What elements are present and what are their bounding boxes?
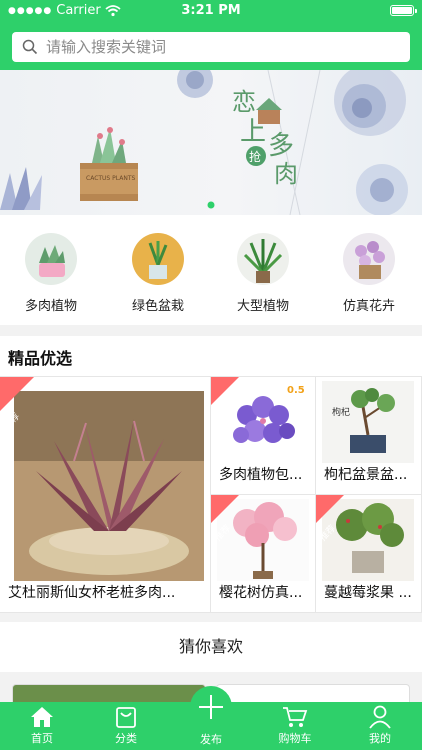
tab-home[interactable]: 首页 xyxy=(0,702,84,750)
home-icon xyxy=(31,707,53,727)
recommend-tag: 推荐 xyxy=(211,377,239,425)
product-card[interactable]: 推荐 樱花树仿真... xyxy=(211,495,316,613)
recommend-tag: 推荐 xyxy=(0,377,34,431)
tab-cart[interactable]: 购物车 xyxy=(253,702,337,750)
product-name: 蔓越莓浆果 ... xyxy=(324,585,412,601)
tab-label: 首页 xyxy=(31,732,53,745)
promo-banner[interactable]: CACTUS PLANTS 恋 上 多 肉 抢 xyxy=(0,70,422,215)
product-card[interactable]: 枸杞 枸杞盆景盆... xyxy=(316,377,422,495)
battery-icon xyxy=(390,5,417,16)
product-card[interactable]: 推荐 蔓越莓浆果 ... xyxy=(316,495,422,613)
category-large-plants[interactable]: 大型植物 xyxy=(218,233,308,314)
category-label: 绿色盆栽 xyxy=(131,299,184,314)
category-artificial-flowers[interactable]: 仿真花卉 xyxy=(324,233,414,314)
plus-icon xyxy=(199,695,223,719)
product-name: 艾杜丽斯仙女杯老桩多肉... xyxy=(8,585,176,601)
status-bar: ●●●●● Carrier 3:21 PM xyxy=(0,0,422,22)
product-card[interactable] xyxy=(216,684,410,704)
category-green-potted[interactable]: 绿色盆栽 xyxy=(113,233,203,314)
tab-label: 购物车 xyxy=(278,732,312,745)
tab-label: 分类 xyxy=(115,732,137,745)
product-image xyxy=(14,391,204,581)
svg-text:恋: 恋 xyxy=(232,88,256,116)
cart-icon xyxy=(283,707,308,727)
category-artificial-flowers-image xyxy=(343,233,395,285)
category-green-potted-image xyxy=(132,233,184,285)
category-label: 大型植物 xyxy=(236,299,289,314)
category-succulents[interactable]: 多肉植物 xyxy=(6,233,96,314)
svg-text:多: 多 xyxy=(268,131,294,161)
publish-label: 发布 xyxy=(200,733,222,746)
guess-you-like-header: 猜你喜欢 xyxy=(0,622,422,672)
recommend-tag: 推荐 xyxy=(316,495,344,543)
search-bar[interactable] xyxy=(12,32,410,62)
tab-profile[interactable]: 我的 xyxy=(338,702,422,750)
publish-button[interactable] xyxy=(190,686,232,728)
svg-text:肉: 肉 xyxy=(274,160,298,188)
search-icon xyxy=(22,39,38,55)
product-name: 枸杞盆景盆... xyxy=(324,467,408,483)
featured-grid: 推荐 艾杜丽斯仙女杯老桩多肉... 0.5 推荐 多肉植物包... 枸杞 枸杞盆… xyxy=(0,376,422,613)
featured-title: 精品优选 xyxy=(8,349,73,368)
product-card-large[interactable]: 推荐 艾杜丽斯仙女杯老桩多肉... xyxy=(0,377,211,613)
product-name: 樱花树仿真... xyxy=(219,585,303,601)
product-image: 枸杞 xyxy=(322,381,414,463)
svg-text:0.5: 0.5 xyxy=(287,385,305,396)
product-name: 多肉植物包... xyxy=(219,467,303,483)
banner-artwork: CACTUS PLANTS 恋 上 多 肉 抢 xyxy=(0,70,408,215)
tab-label: 我的 xyxy=(369,732,391,745)
svg-text:抢: 抢 xyxy=(249,149,261,164)
product-card[interactable] xyxy=(12,684,206,704)
category-label: 多肉植物 xyxy=(24,299,77,314)
recommend-tag: 推荐 xyxy=(211,495,239,543)
category-succulents-image xyxy=(25,233,77,285)
status-time: 3:21 PM xyxy=(181,3,241,18)
category-label: 仿真花卉 xyxy=(342,299,395,314)
user-icon xyxy=(369,705,391,729)
svg-text:枸杞: 枸杞 xyxy=(332,406,350,418)
tab-category[interactable]: 分类 xyxy=(84,702,168,750)
bag-icon xyxy=(116,707,136,728)
search-input[interactable] xyxy=(46,38,386,56)
app-header: ●●●●● Carrier 3:21 PM xyxy=(0,0,422,70)
product-card[interactable]: 0.5 推荐 多肉植物包... xyxy=(211,377,316,495)
category-row: 多肉植物 绿色盆栽 大型植物 仿真花卉 xyxy=(0,215,422,325)
featured-section: 精品优选 推荐 艾杜丽斯仙女杯老桩多肉... 0.5 推荐 多肉植物包... 枸… xyxy=(0,336,422,613)
svg-text:CACTUS PLANTS: CACTUS PLANTS xyxy=(86,175,136,182)
category-large-plants-image xyxy=(237,233,289,285)
